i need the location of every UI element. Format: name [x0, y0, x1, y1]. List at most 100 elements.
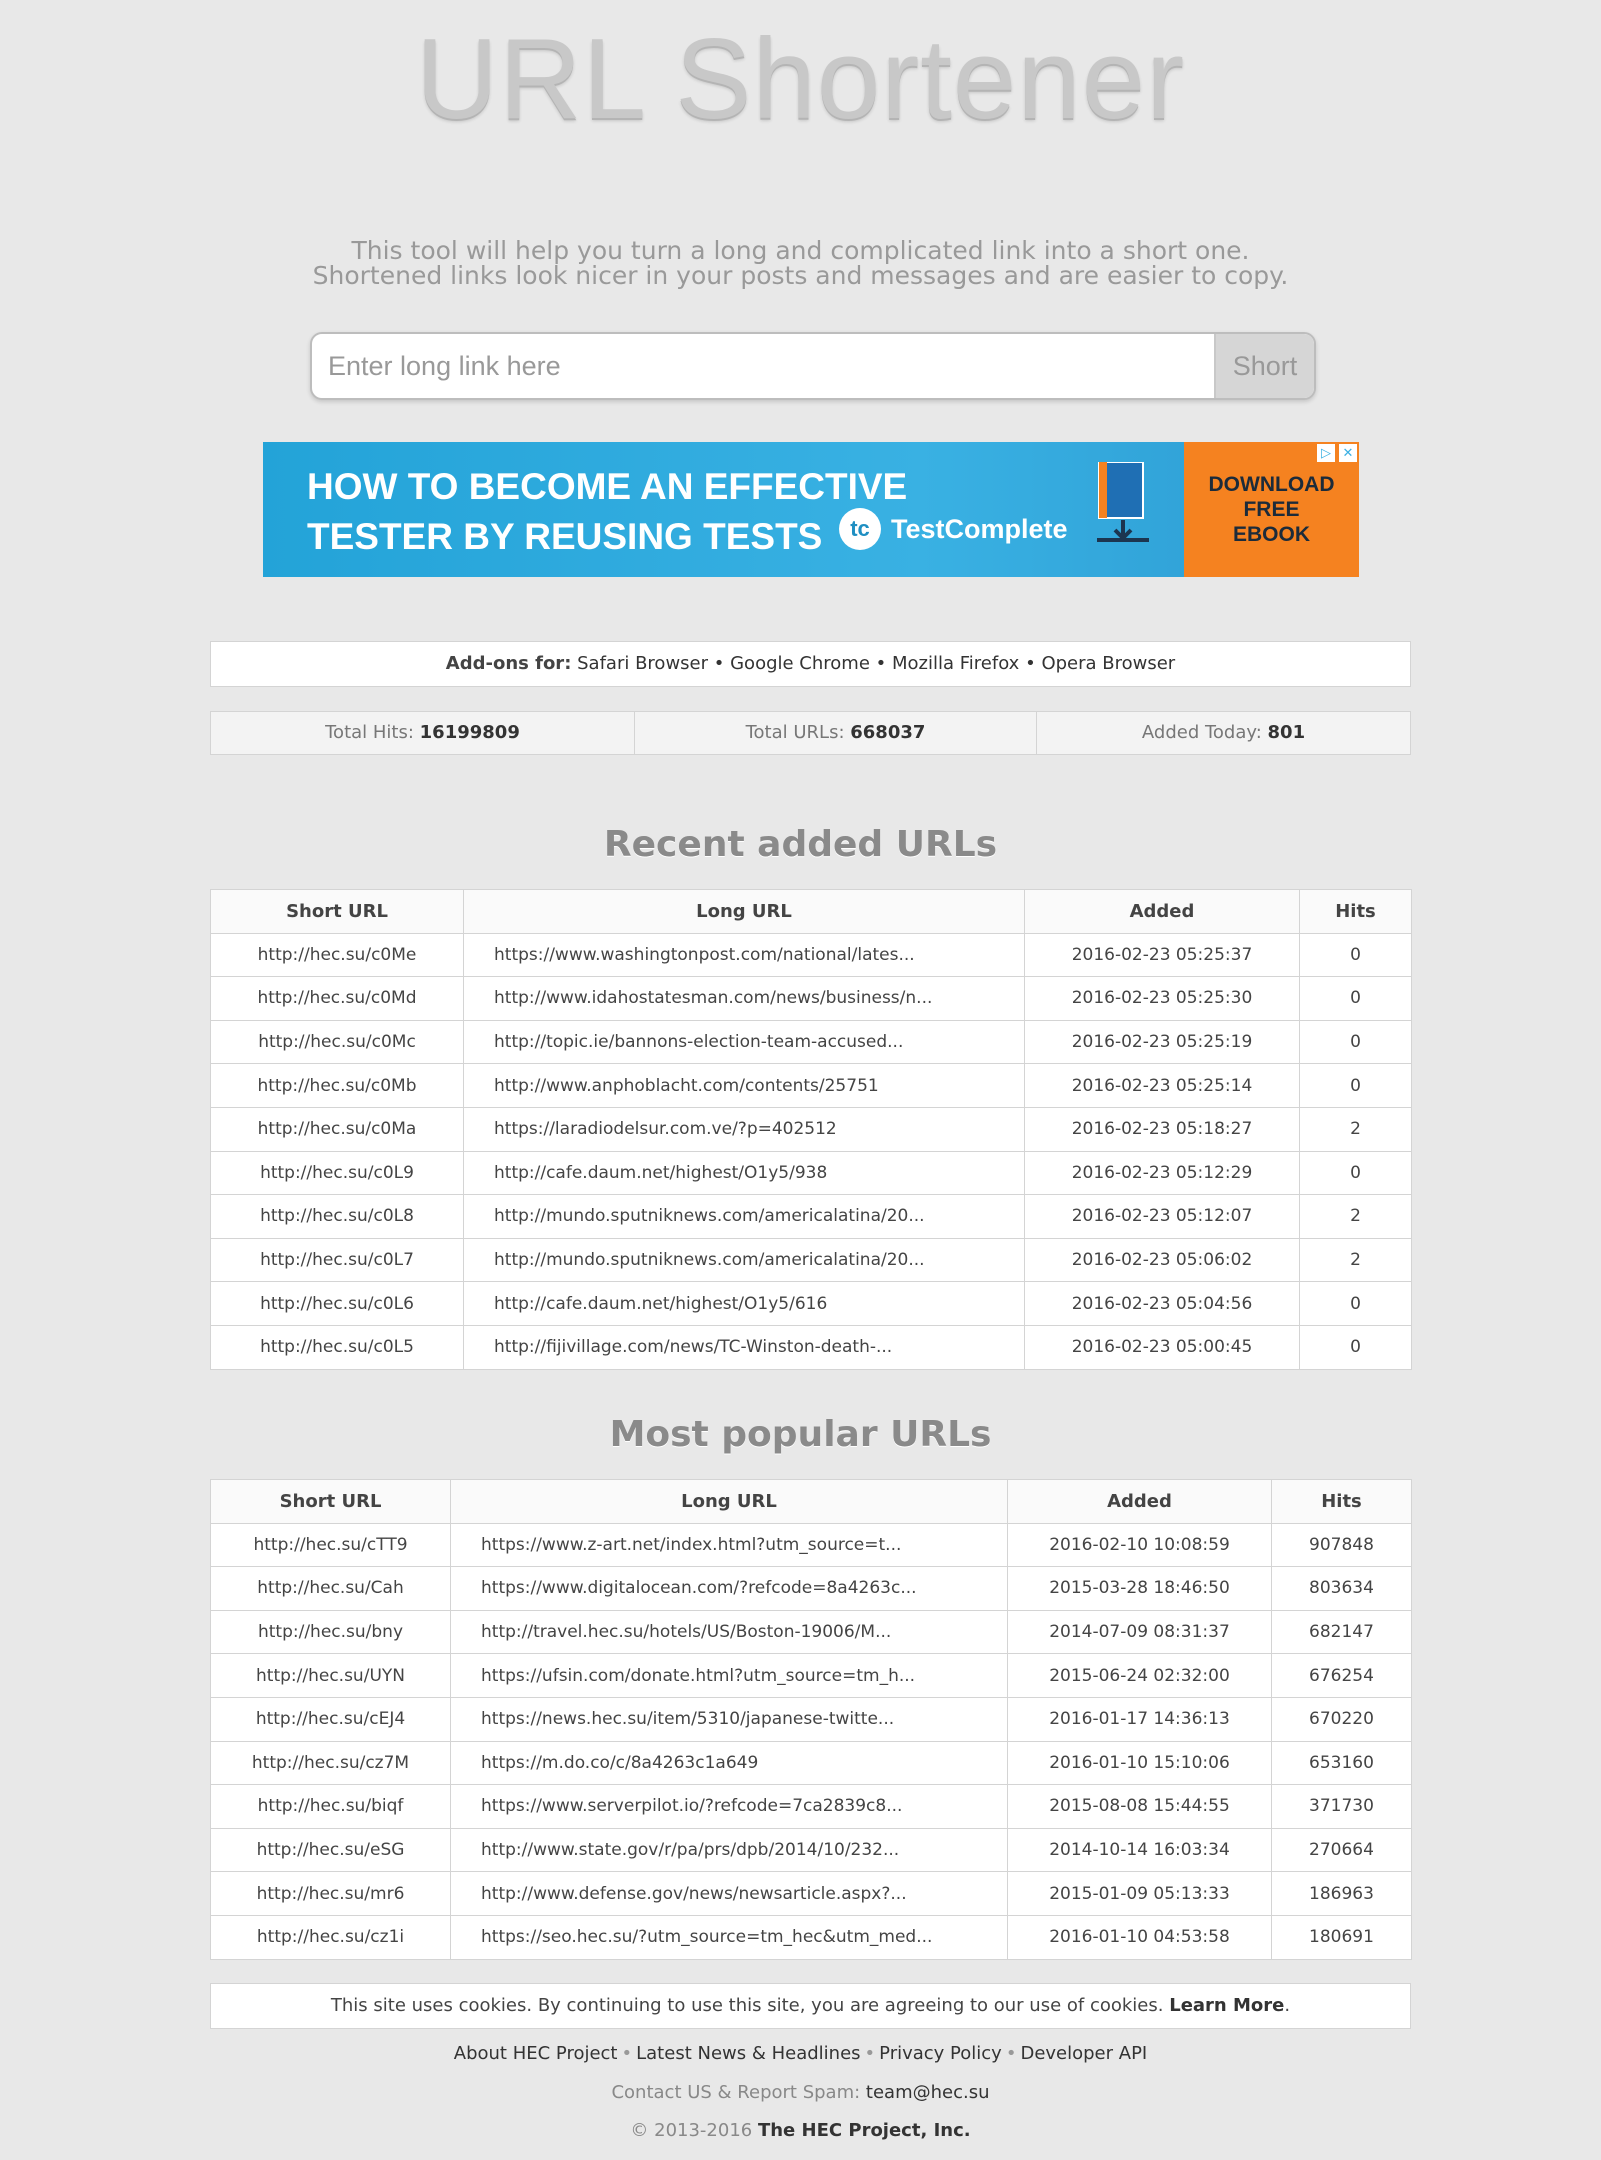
close-icon[interactable]: ✕: [1339, 444, 1357, 462]
bullet-separator: •: [1025, 653, 1036, 674]
hits-count: 653160: [1271, 1740, 1412, 1786]
short-url-link[interactable]: http://hec.su/cTT9: [210, 1522, 451, 1568]
hits-count: 0: [1299, 1019, 1412, 1065]
short-url-link[interactable]: http://hec.su/cz1i: [210, 1914, 451, 1960]
hits-count: 2: [1299, 1237, 1412, 1283]
popular-urls-heading: Most popular URLs: [609, 1414, 992, 1455]
hits-count: 682147: [1271, 1609, 1412, 1655]
short-url-link[interactable]: http://hec.su/Cah: [210, 1566, 451, 1611]
adchoices-icon[interactable]: ▷: [1317, 444, 1335, 462]
long-url-link[interactable]: https://m.do.co/c/8a4263c1a649: [450, 1740, 1008, 1786]
short-button[interactable]: Short: [1214, 334, 1314, 398]
table-row: http://hec.su/c0Md http://www.idahostates…: [210, 976, 1412, 1021]
short-url-link[interactable]: http://hec.su/c0L6: [210, 1281, 464, 1326]
hits-count: 180691: [1271, 1914, 1412, 1960]
short-url-link[interactable]: http://hec.su/eSG: [210, 1827, 451, 1873]
long-url-link[interactable]: http://cafe.daum.net/highest/O1y5/938: [463, 1150, 1025, 1196]
added-date: 2014-07-09 08:31:37: [1007, 1609, 1272, 1655]
table-row: http://hec.su/cTT9 https://www.z-art.net/…: [210, 1522, 1412, 1568]
short-url-link[interactable]: http://hec.su/c0Md: [210, 976, 464, 1021]
long-url-link[interactable]: https://www.z-art.net/index.html?utm_sou…: [450, 1522, 1008, 1568]
short-url-link[interactable]: http://hec.su/UYN: [210, 1653, 451, 1698]
footer-link-privacy[interactable]: Privacy Policy: [879, 2043, 1002, 2064]
long-url-link[interactable]: https://www.washingtonpost.com/national/…: [463, 932, 1025, 978]
long-url-link[interactable]: http://cafe.daum.net/highest/O1y5/616: [463, 1281, 1025, 1326]
table-row: http://hec.su/c0Mc http://topic.ie/bannon…: [210, 1019, 1412, 1065]
long-url-link[interactable]: http://mundo.sputniknews.com/americalati…: [463, 1237, 1025, 1283]
long-url-link[interactable]: https://news.hec.su/item/5310/japanese-t…: [450, 1696, 1008, 1742]
bullet-separator: •: [621, 2043, 633, 2064]
addon-link-opera[interactable]: Opera Browser: [1041, 653, 1175, 674]
addon-link-safari[interactable]: Safari Browser: [577, 653, 708, 674]
ad-download-cta[interactable]: DOWNLOAD FREE EBOOK: [1184, 442, 1359, 577]
short-url-link[interactable]: http://hec.su/c0L5: [210, 1324, 464, 1370]
long-url-link[interactable]: https://www.serverpilot.io/?refcode=7ca2…: [450, 1784, 1008, 1829]
tool-description: This tool will help you turn a long and …: [0, 238, 1601, 288]
total-urls-value: 668037: [850, 722, 926, 743]
long-url-link[interactable]: http://www.idahostatesman.com/news/busin…: [463, 976, 1025, 1021]
column-header-hits: Hits: [1271, 1479, 1412, 1524]
table-row: http://hec.su/cz1i https://seo.hec.su/?ut…: [210, 1914, 1412, 1960]
short-url-link[interactable]: http://hec.su/cz7M: [210, 1740, 451, 1786]
table-row: http://hec.su/cz7M https://m.do.co/c/8a42…: [210, 1740, 1412, 1786]
bullet-separator: •: [713, 653, 725, 674]
long-url-link[interactable]: http://www.defense.gov/news/newsarticle.…: [450, 1871, 1008, 1916]
table-row: http://hec.su/c0L6 http://cafe.daum.net/h…: [210, 1281, 1412, 1326]
short-url-link[interactable]: http://hec.su/cEJ4: [210, 1696, 451, 1742]
hits-count: 0: [1299, 1324, 1412, 1370]
added-date: 2016-02-23 05:25:14: [1024, 1063, 1300, 1108]
short-url-link[interactable]: http://hec.su/biqf: [210, 1784, 451, 1829]
short-url-link[interactable]: http://hec.su/c0Ma: [210, 1106, 464, 1152]
long-url-link[interactable]: http://travel.hec.su/hotels/US/Boston-19…: [450, 1609, 1008, 1655]
short-url-link[interactable]: http://hec.su/bny: [210, 1609, 451, 1655]
learn-more-link[interactable]: Learn More: [1169, 1995, 1284, 2016]
added-date: 2016-02-23 05:25:30: [1024, 976, 1300, 1021]
hits-count: 907848: [1271, 1522, 1412, 1568]
table-row: http://hec.su/mr6 http://www.defense.gov/…: [210, 1871, 1412, 1916]
table-row: http://hec.su/c0Ma https://laradiodelsur.…: [210, 1106, 1412, 1152]
footer-link-about[interactable]: About HEC Project: [454, 2043, 618, 2064]
footer-link-api[interactable]: Developer API: [1020, 2043, 1147, 2064]
table-row: http://hec.su/Cah https://www.digitalocea…: [210, 1566, 1412, 1611]
bullet-separator: •: [1005, 2043, 1017, 2064]
long-url-link[interactable]: https://ufsin.com/donate.html?utm_source…: [450, 1653, 1008, 1698]
column-header-long-url: Long URL: [463, 889, 1025, 934]
long-url-link[interactable]: http://fijivillage.com/news/TC-Winston-d…: [463, 1324, 1025, 1370]
short-url-link[interactable]: http://hec.su/c0L8: [210, 1194, 464, 1239]
long-url-link[interactable]: http://topic.ie/bannons-election-team-ac…: [463, 1019, 1025, 1065]
long-url-link[interactable]: http://www.anphoblacht.com/contents/2575…: [463, 1063, 1025, 1108]
addon-link-chrome[interactable]: Google Chrome: [730, 653, 870, 674]
ad-cta-line-1: DOWNLOAD: [1208, 473, 1335, 496]
total-hits-value: 16199809: [419, 722, 520, 743]
long-url-link[interactable]: http://www.state.gov/r/pa/prs/dpb/2014/1…: [450, 1827, 1008, 1873]
cookie-notice-period: .: [1284, 1995, 1291, 2016]
site-logo[interactable]: URL Shortener: [0, 14, 1601, 145]
long-url-link[interactable]: http://mundo.sputniknews.com/americalati…: [463, 1194, 1025, 1239]
added-date: 2016-02-23 05:18:27: [1024, 1106, 1300, 1152]
long-url-link[interactable]: https://laradiodelsur.com.ve/?p=402512: [463, 1106, 1025, 1152]
short-url-link[interactable]: http://hec.su/mr6: [210, 1871, 451, 1916]
short-url-link[interactable]: http://hec.su/c0Mc: [210, 1019, 464, 1065]
added-date: 2015-01-09 05:13:33: [1007, 1871, 1272, 1916]
footer-links: About HEC Project • Latest News & Headline…: [0, 2043, 1601, 2064]
long-url-link[interactable]: https://seo.hec.su/?utm_source=tm_hec&ut…: [450, 1914, 1008, 1960]
hits-count: 0: [1299, 976, 1412, 1021]
table-row: http://hec.su/c0L5 http://fijivillage.com…: [210, 1324, 1412, 1370]
short-url-link[interactable]: http://hec.su/c0L9: [210, 1150, 464, 1196]
short-url-link[interactable]: http://hec.su/c0L7: [210, 1237, 464, 1283]
column-header-hits: Hits: [1299, 889, 1412, 934]
ad-banner[interactable]: HOW TO BECOME AN EFFECTIVE TESTER BY REU…: [263, 442, 1359, 577]
short-url-link[interactable]: http://hec.su/c0Mb: [210, 1063, 464, 1108]
hits-count: 0: [1299, 1063, 1412, 1108]
short-url-link[interactable]: http://hec.su/c0Me: [210, 932, 464, 978]
footer-link-news[interactable]: Latest News & Headlines: [636, 2043, 860, 2064]
description-line-2: Shortened links look nicer in your posts…: [312, 261, 1289, 290]
added-date: 2016-02-10 10:08:59: [1007, 1522, 1272, 1568]
long-url-link[interactable]: https://www.digitalocean.com/?refcode=8a…: [450, 1566, 1008, 1611]
table-row: http://hec.su/cEJ4 https://news.hec.su/it…: [210, 1696, 1412, 1742]
contact-email-link[interactable]: team@hec.su: [866, 2082, 990, 2103]
long-link-input[interactable]: [312, 334, 1214, 398]
addon-link-firefox[interactable]: Mozilla Firefox: [892, 653, 1019, 674]
company-name[interactable]: The HEC Project, Inc.: [758, 2120, 971, 2141]
added-date: 2014-10-14 16:03:34: [1007, 1827, 1272, 1873]
